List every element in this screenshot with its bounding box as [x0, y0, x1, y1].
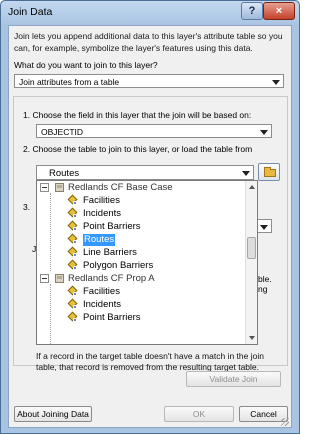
- dataset-icon: [55, 274, 64, 283]
- chevron-down-icon: [242, 171, 250, 176]
- tree-item-label: Incidents: [83, 299, 122, 310]
- tree-item-label: Routes: [83, 234, 116, 246]
- join-table-dropdown[interactable]: Routes: [36, 165, 254, 180]
- feature-class-icon: [67, 259, 79, 271]
- option-text-fragment: ble.: [258, 274, 272, 284]
- tree-item-label: Point Barriers: [83, 221, 141, 232]
- option-text-fragment: ng: [258, 284, 268, 294]
- scroll-down-icon[interactable]: [249, 336, 255, 340]
- tree-item-incidents[interactable]: Incidents: [39, 207, 244, 220]
- about-joining-data-button[interactable]: About Joining Data: [14, 406, 92, 422]
- ok-button[interactable]: OK: [164, 406, 234, 422]
- join-method-value: Join attributes from a table: [19, 77, 120, 87]
- scroll-thumb[interactable]: [247, 237, 256, 259]
- tree-item-label: Facilities: [83, 286, 120, 297]
- tree-item-label: Polygon Barriers: [83, 260, 154, 271]
- join-table-value: Routes: [49, 168, 80, 179]
- join-field-value: OBJECTID: [41, 127, 84, 137]
- help-button[interactable]: ?: [241, 2, 263, 20]
- intro-text: Join lets you append additional data to …: [14, 31, 283, 53]
- table-dropdown-list[interactable]: Redlands CF Base Case Facilities Inciden…: [36, 180, 258, 345]
- join-field-dropdown[interactable]: OBJECTID: [36, 124, 272, 138]
- tree-item-point-barriers[interactable]: Point Barriers: [39, 311, 244, 324]
- chevron-down-icon: [260, 225, 268, 230]
- tree-item-facilities[interactable]: Facilities: [39, 194, 244, 207]
- join-note-text: If a record in the target table doesn't …: [36, 351, 264, 372]
- tree-item-routes[interactable]: Routes: [39, 233, 244, 246]
- feature-class-icon: [67, 220, 79, 232]
- tree-item-line-barriers[interactable]: Line Barriers: [39, 246, 244, 259]
- validate-join-button[interactable]: Validate Join: [186, 371, 281, 387]
- tree-item-label: Redlands CF Base Case: [68, 182, 173, 193]
- step2-label: 2. Choose the table to join to this laye…: [23, 144, 253, 154]
- collapse-icon[interactable]: [40, 183, 49, 192]
- feature-class-icon: [67, 311, 79, 323]
- feature-class-icon: [67, 298, 79, 310]
- tree-item-facilities[interactable]: Facilities: [39, 285, 244, 298]
- join-question-label: What do you want to join to this layer?: [14, 60, 158, 70]
- tree-item-label: Redlands CF Prop A: [68, 273, 155, 284]
- chevron-down-icon: [260, 130, 268, 135]
- tree-item-redlands-base-case[interactable]: Redlands CF Base Case: [39, 182, 244, 194]
- title-bar: Join Data ? ×: [1, 1, 299, 25]
- join-data-window: Join Data ? × Join lets you append addit…: [0, 0, 300, 434]
- chevron-down-icon: [272, 80, 280, 85]
- feature-class-icon: [67, 246, 79, 258]
- dropdown-scrollbar[interactable]: [245, 181, 257, 344]
- tree-item-polygon-barriers[interactable]: Polygon Barriers: [39, 259, 244, 272]
- tree-item-label: Incidents: [83, 208, 122, 219]
- feature-class-icon: [67, 207, 79, 219]
- dialog-body: Join lets you append additional data to …: [8, 25, 292, 428]
- feature-class-icon: [67, 285, 79, 297]
- close-button[interactable]: ×: [263, 2, 295, 20]
- tree-item-redlands-prop-a[interactable]: Redlands CF Prop A: [39, 273, 244, 285]
- step3-label: 3.: [23, 202, 31, 212]
- window-title: Join Data: [8, 6, 53, 18]
- folder-icon: [264, 167, 276, 177]
- scroll-up-icon[interactable]: [249, 185, 255, 189]
- feature-class-icon: [67, 233, 79, 245]
- join-method-dropdown[interactable]: Join attributes from a table: [14, 74, 284, 88]
- tree-item-point-barriers[interactable]: Point Barriers: [39, 220, 244, 233]
- feature-class-icon: [67, 194, 79, 206]
- tree-item-label: Line Barriers: [83, 247, 137, 258]
- collapse-icon[interactable]: [40, 274, 49, 283]
- tree-item-label: Point Barriers: [83, 312, 141, 323]
- browse-table-button[interactable]: [258, 163, 280, 181]
- tree-item-incidents[interactable]: Incidents: [39, 298, 244, 311]
- dataset-icon: [55, 183, 64, 192]
- step1-label: 1. Choose the field in this layer that t…: [23, 110, 252, 120]
- resize-grip-icon[interactable]: [281, 418, 289, 426]
- tree-item-label: Facilities: [83, 195, 120, 206]
